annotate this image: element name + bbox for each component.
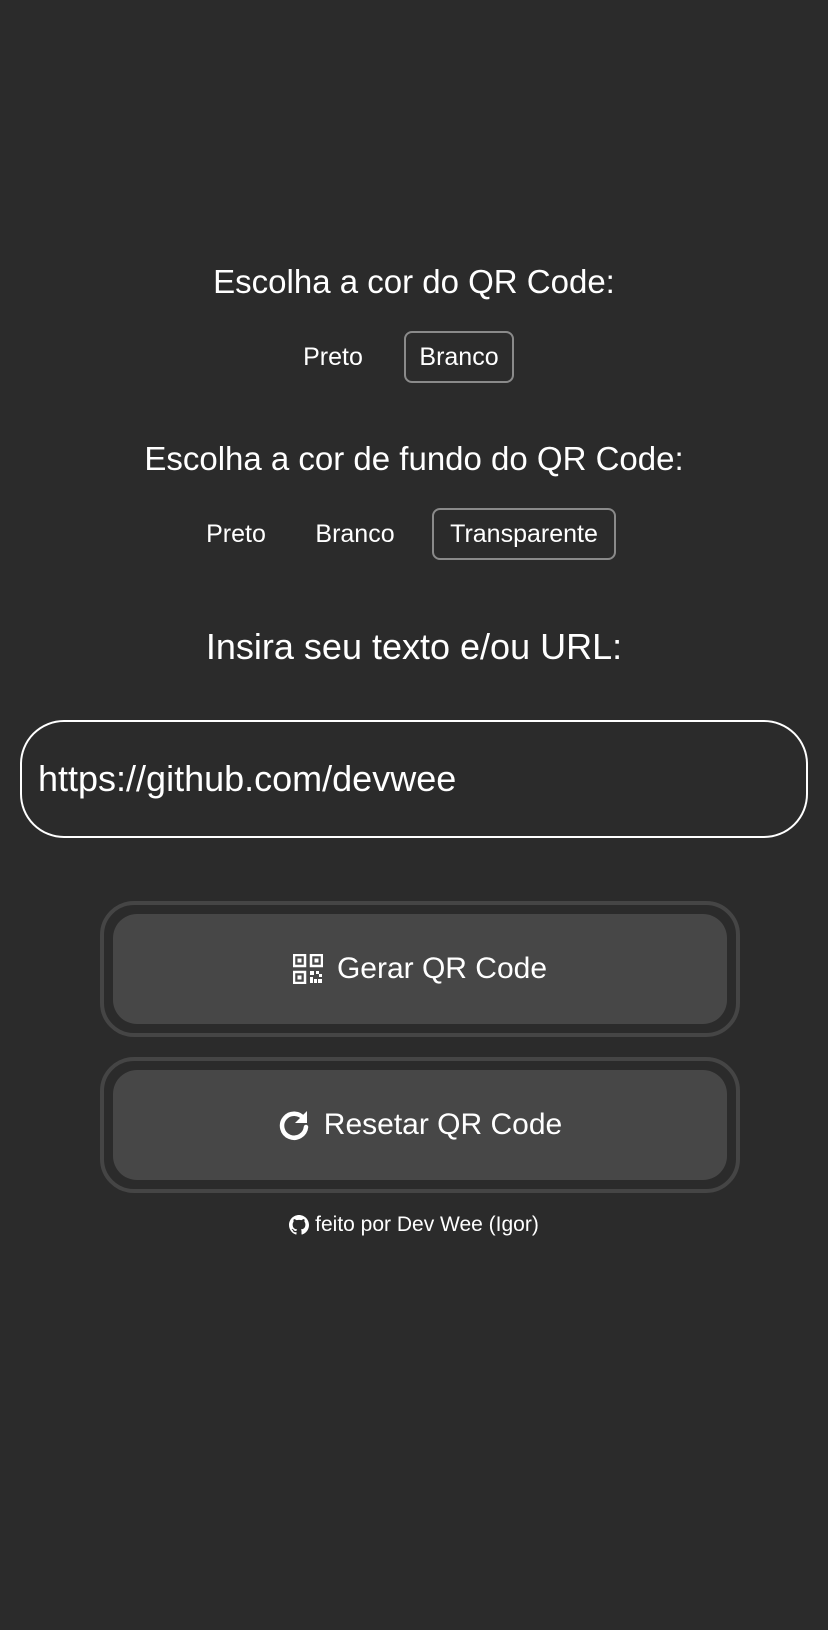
qr-color-heading: Escolha a cor do QR Code:: [213, 263, 615, 300]
bg-color-transparent-option[interactable]: Transparente: [432, 508, 616, 560]
reset-qr-button[interactable]: Resetar QR Code: [100, 1057, 740, 1193]
generate-qr-label: Gerar QR Code: [336, 952, 548, 985]
qrcode-icon: [292, 954, 323, 984]
url-input[interactable]: [20, 720, 808, 838]
qr-generator-page: Escolha a cor do QR Code: Preto Branco E…: [0, 0, 828, 1630]
github-icon: [289, 1215, 310, 1235]
generate-qr-button-inner: Gerar QR Code: [113, 914, 727, 1024]
refresh-icon: [278, 1109, 310, 1141]
bg-color-options: Preto Branco Transparente: [0, 508, 828, 564]
bg-color-white-option[interactable]: Branco: [303, 508, 407, 560]
qr-color-black-option[interactable]: Preto: [292, 331, 374, 383]
qr-color-white-option[interactable]: Branco: [404, 331, 514, 383]
text-input-heading: Insira seu texto e/ou URL:: [205, 626, 623, 667]
reset-qr-button-inner: Resetar QR Code: [113, 1070, 727, 1180]
bg-color-heading: Escolha a cor de fundo do QR Code:: [144, 440, 684, 477]
bg-color-black-option[interactable]: Preto: [194, 508, 278, 560]
qr-color-options: Preto Branco: [0, 331, 828, 387]
generate-qr-button[interactable]: Gerar QR Code: [100, 901, 740, 1037]
footer-credit[interactable]: feito por Dev Wee (Igor): [0, 1211, 828, 1243]
footer-text: feito por Dev Wee (Igor): [315, 1213, 539, 1236]
reset-qr-label: Resetar QR Code: [323, 1108, 563, 1141]
